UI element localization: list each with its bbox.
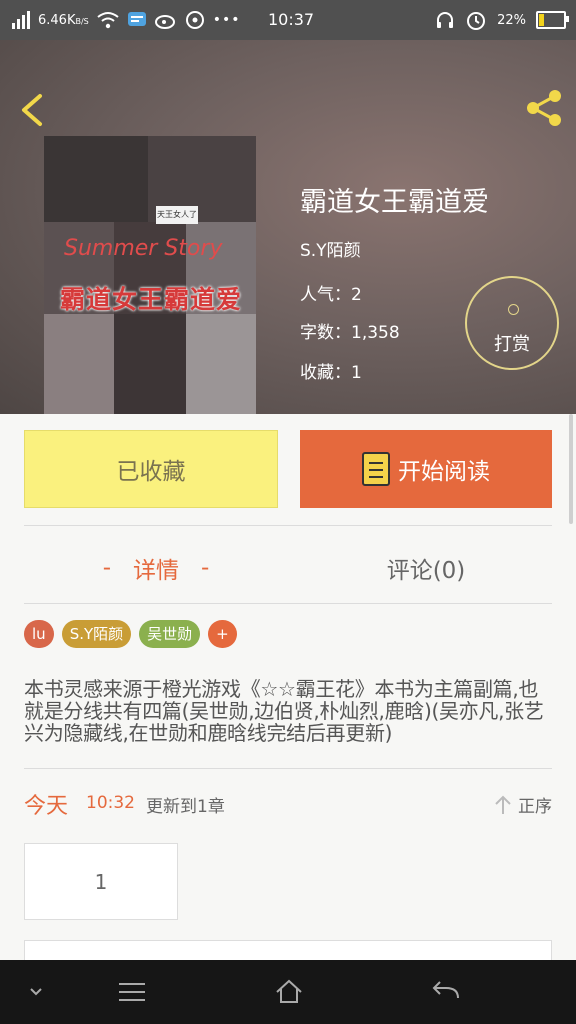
book-description: 本书灵感来源于橙光游戏《☆☆霸王花》本书为主篇副篇,也就是分线共有四篇(吴世勋,… — [24, 677, 544, 745]
back-nav-button[interactable] — [416, 960, 476, 1024]
system-nav-bar — [0, 960, 576, 1024]
add-tag-button[interactable]: + — [208, 620, 237, 648]
battery-icon — [536, 11, 569, 29]
chevron-down-icon[interactable] — [6, 960, 66, 1024]
collected-button[interactable]: 已收藏 — [24, 430, 278, 508]
divider — [24, 768, 552, 769]
collected-label: 已收藏 — [116, 459, 186, 485]
tab-detail-label: 详情 — [133, 558, 179, 584]
reward-button[interactable]: 打赏 — [465, 276, 559, 370]
chapter-item[interactable]: 1 — [24, 843, 178, 920]
tab-comments[interactable]: 评论(0) — [300, 540, 552, 596]
tab-comments-label: 评论(0) — [386, 558, 466, 584]
chapter-number: 1 — [94, 869, 108, 894]
book-header: 天王女人了 Summer Story 霸道女王霸道爱 霸道女王霸道爱 S.Y陌颜… — [0, 40, 576, 414]
back-button[interactable] — [14, 90, 50, 130]
word-count: 字数：1,358 — [300, 323, 400, 343]
tab-dash-left: - — [102, 555, 111, 581]
sort-order-label: 正序 — [518, 797, 552, 817]
tag-list: lu S.Y陌颜 吴世勋 + — [24, 620, 237, 650]
cover-caption: 天王女人了 — [156, 206, 198, 224]
headset-icon — [437, 12, 454, 28]
scrollbar[interactable] — [569, 414, 573, 524]
notification-icon — [185, 11, 204, 29]
tag-item[interactable]: S.Y陌颜 — [61, 620, 132, 648]
popularity: 人气：2 — [300, 285, 362, 305]
reward-label: 打赏 — [494, 334, 530, 355]
start-reading-button[interactable]: 开始阅读 — [300, 430, 552, 508]
tag-item[interactable]: lu — [24, 620, 54, 648]
divider — [24, 603, 552, 604]
cover-title: 霸道女王霸道爱 — [60, 285, 243, 314]
more-icon: ••• — [212, 12, 241, 28]
tab-detail[interactable]: - 详情 - — [24, 540, 288, 596]
home-button[interactable] — [259, 960, 319, 1024]
arrow-up-icon — [495, 795, 511, 814]
tag-item[interactable]: 吴世勋 — [139, 620, 201, 648]
content-card — [24, 940, 552, 960]
sort-order-button[interactable]: 正序 — [494, 792, 552, 817]
divider — [24, 525, 552, 526]
book-cover[interactable]: 天王女人了 Summer Story 霸道女王霸道爱 — [44, 136, 256, 414]
update-day: 今天 — [24, 794, 69, 819]
wifi-icon — [97, 12, 119, 29]
update-text: 更新到1章 — [146, 797, 225, 817]
start-reading-label: 开始阅读 — [398, 459, 490, 485]
battery-percent: 22% — [497, 12, 526, 28]
weibo-icon — [154, 15, 175, 29]
share-button[interactable] — [524, 88, 564, 128]
coin-icon — [508, 304, 519, 315]
clock: 10:37 — [268, 10, 315, 29]
favorites-count: 收藏：1 — [300, 363, 362, 383]
signal-icon — [12, 11, 30, 29]
book-title: 霸道女王霸道爱 — [300, 187, 489, 218]
alarm-icon — [467, 12, 486, 30]
update-time: 10:32 — [86, 793, 135, 813]
menu-button[interactable] — [102, 960, 162, 1024]
cover-subtitle: Summer Story — [64, 236, 223, 261]
book-icon — [362, 452, 390, 486]
network-speed: 6.46KB/S — [38, 12, 89, 28]
book-author[interactable]: S.Y陌颜 — [300, 236, 361, 261]
chat-icon — [127, 12, 146, 26]
status-bar: 6.46KB/S ••• 10:37 22% — [0, 0, 576, 40]
tab-dash-right: - — [201, 555, 210, 581]
update-info: 今天 10:32 更新到1章 正序 — [24, 788, 552, 822]
